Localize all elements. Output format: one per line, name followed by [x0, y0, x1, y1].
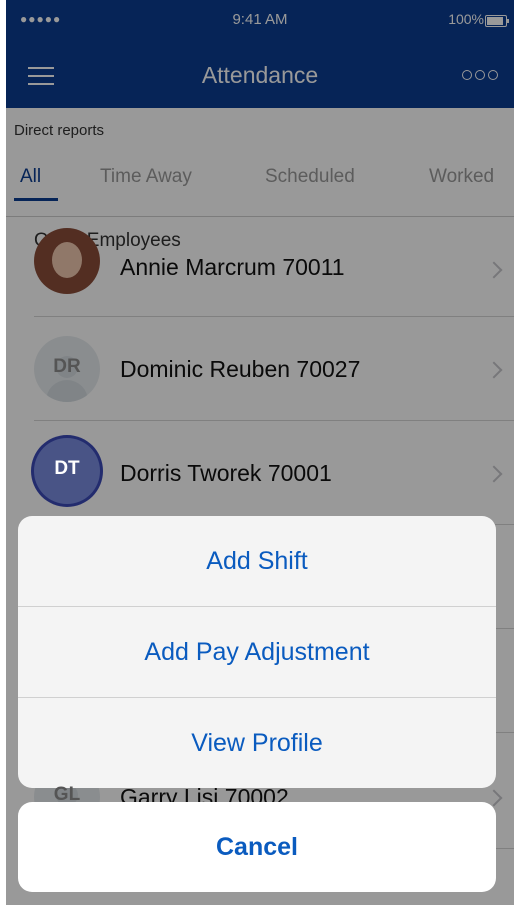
avatar-initials: DR [53, 356, 81, 377]
view-profile-button[interactable]: View Profile [18, 698, 496, 788]
avatar-initials: GL [53, 784, 81, 805]
cancel-button[interactable]: Cancel [18, 802, 496, 892]
add-shift-button[interactable]: Add Shift [18, 516, 496, 606]
add-pay-adjustment-button[interactable]: Add Pay Adjustment [18, 607, 496, 697]
action-sheet: Add Shift Add Pay Adjustment View Profil… [18, 516, 496, 788]
avatar-initials: DT [54, 458, 80, 479]
